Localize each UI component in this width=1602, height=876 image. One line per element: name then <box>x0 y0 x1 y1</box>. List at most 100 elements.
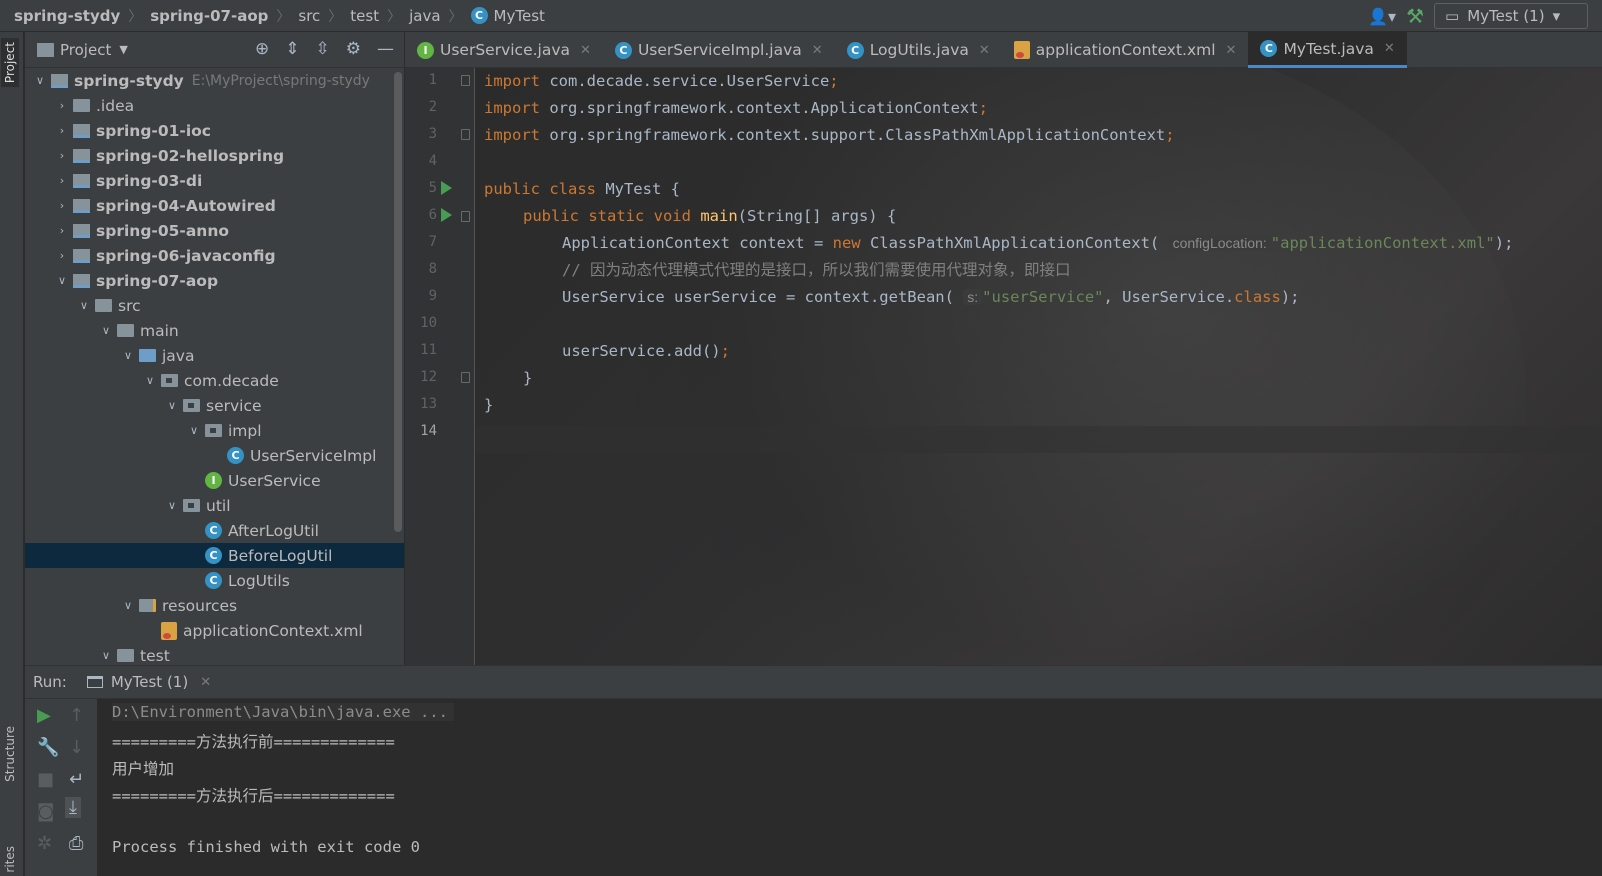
tree-label: main <box>140 321 179 340</box>
run-gutter-icon[interactable] <box>441 208 452 222</box>
tab-userservice[interactable]: I UserService.java ✕ <box>405 32 603 68</box>
chevron-down-icon[interactable]: ∨ <box>161 399 183 412</box>
tree-row-root[interactable]: ∨ spring-stydy E:\MyProject\spring-stydy <box>25 68 404 93</box>
breadcrumb-item[interactable]: test <box>350 7 379 25</box>
chevron-right-icon[interactable]: › <box>51 249 73 262</box>
tab-mytest[interactable]: C MyTest.java ✕ <box>1248 32 1407 68</box>
tree-row[interactable]: C AfterLogUtil <box>25 518 404 543</box>
tree-row[interactable]: › spring-06-javaconfig <box>25 243 404 268</box>
fold-marker-icon[interactable] <box>461 211 470 222</box>
chevron-down-icon[interactable]: ▼ <box>119 43 127 56</box>
expand-all-icon[interactable]: ⇕ <box>285 39 299 59</box>
chevron-right-icon[interactable]: › <box>51 124 73 137</box>
chevron-down-icon[interactable]: ∨ <box>161 499 183 512</box>
tree-row[interactable]: ∨ com.decade <box>25 368 404 393</box>
chevron-right-icon[interactable]: › <box>51 224 73 237</box>
tree-row[interactable]: › spring-03-di <box>25 168 404 193</box>
chevron-down-icon[interactable]: ∨ <box>95 324 117 337</box>
fold-marker-icon[interactable] <box>461 75 470 86</box>
tree-row[interactable]: applicationContext.xml <box>25 618 404 643</box>
close-icon[interactable]: ✕ <box>1226 43 1237 58</box>
tree-label: applicationContext.xml <box>183 621 363 640</box>
tree-row[interactable]: ∨ java <box>25 343 404 368</box>
settings-icon[interactable]: ✲ <box>37 833 52 854</box>
user-icon[interactable]: 👤▾ <box>1368 7 1396 26</box>
close-icon[interactable]: ✕ <box>812 43 823 58</box>
interface-icon: I <box>205 472 222 489</box>
run-tab[interactable]: MyTest (1) ✕ <box>86 673 211 691</box>
breadcrumb-item[interactable]: src <box>298 7 320 25</box>
build-hammer-icon[interactable]: ⚒ <box>1406 4 1424 28</box>
tree-row[interactable]: › spring-02-hellospring <box>25 143 404 168</box>
breadcrumb-item[interactable]: spring-stydy <box>14 7 120 25</box>
locate-icon[interactable]: ⊕ <box>255 39 269 59</box>
run-gutter-icon[interactable] <box>441 181 452 195</box>
tab-applicationcontext[interactable]: applicationContext.xml ✕ <box>1002 32 1249 68</box>
close-icon[interactable]: ✕ <box>979 43 990 58</box>
collapse-all-icon[interactable]: ⇳ <box>316 39 330 59</box>
tree-row[interactable]: ∨ service <box>25 393 404 418</box>
run-label: Run: <box>33 673 67 691</box>
chevron-down-icon[interactable]: ∨ <box>117 599 139 612</box>
chevron-down-icon[interactable]: ∨ <box>51 274 73 287</box>
minimize-icon[interactable]: — <box>377 39 394 59</box>
tree-row[interactable]: › spring-01-ioc <box>25 118 404 143</box>
tree-row[interactable]: ∨ impl <box>25 418 404 443</box>
chevron-right-icon[interactable]: › <box>51 149 73 162</box>
rerun-icon[interactable]: ▶ <box>37 705 51 726</box>
close-icon[interactable]: ✕ <box>580 43 591 58</box>
tab-logutils[interactable]: C LogUtils.java ✕ <box>835 32 1002 68</box>
tree-row[interactable]: ∨ test <box>25 643 404 665</box>
chevron-down-icon[interactable]: ∨ <box>183 424 205 437</box>
chevron-down-icon[interactable]: ∨ <box>29 74 51 87</box>
fold-marker-icon[interactable] <box>461 372 470 383</box>
close-icon[interactable]: ✕ <box>1384 41 1395 56</box>
gear-icon[interactable]: ⚙ <box>346 39 361 59</box>
favorites-tool-tab[interactable]: rites <box>1 842 19 876</box>
tree-row[interactable]: › spring-05-anno <box>25 218 404 243</box>
line-number: 1 <box>428 72 437 88</box>
tree-row[interactable]: ∨ main <box>25 318 404 343</box>
chevron-down-icon[interactable]: ∨ <box>139 374 161 387</box>
tree-row[interactable]: C LogUtils <box>25 568 404 593</box>
tree-row[interactable]: ∨ spring-07-aop <box>25 268 404 293</box>
project-tool-tab[interactable]: Project <box>1 38 19 88</box>
fold-marker-icon[interactable] <box>461 129 470 140</box>
structure-tool-tab[interactable]: Structure <box>1 722 19 786</box>
chevron-down-icon[interactable]: ∨ <box>73 299 95 312</box>
up-arrow-icon[interactable]: ↑ <box>69 705 84 726</box>
project-panel-title[interactable]: Project <box>60 41 111 59</box>
chevron-right-icon[interactable]: › <box>51 199 73 212</box>
stop-icon[interactable]: ■ <box>37 769 54 790</box>
wrench-icon[interactable]: 🔧 <box>37 737 59 758</box>
tree-row[interactable]: I UserService <box>25 468 404 493</box>
breadcrumb-item[interactable]: MyTest <box>494 7 545 25</box>
soft-wrap-icon[interactable]: ↵ <box>69 769 84 790</box>
tree-label: spring-stydy <box>74 71 184 90</box>
camera-icon[interactable]: ◙ <box>37 801 54 822</box>
console-output[interactable]: D:\Environment\Java\bin\java.exe ... ===… <box>97 699 1602 876</box>
tab-userserviceimpl[interactable]: C UserServiceImpl.java ✕ <box>603 32 835 68</box>
close-icon[interactable]: ✕ <box>200 675 211 690</box>
code-editor[interactable]: import com.decade.service.UserService; i… <box>476 68 1602 665</box>
tree-row[interactable]: C UserServiceImpl <box>25 443 404 468</box>
tree-row[interactable]: ∨ src <box>25 293 404 318</box>
breadcrumb-item[interactable]: spring-07-aop <box>150 7 268 25</box>
tree-row[interactable]: › .idea <box>25 93 404 118</box>
chevron-down-icon[interactable]: ∨ <box>117 349 139 362</box>
tree-row-selected[interactable]: C BeforeLogUtil <box>25 543 404 568</box>
project-scrollbar[interactable] <box>394 72 402 532</box>
print-icon[interactable]: ⎙ <box>69 833 83 854</box>
down-arrow-icon[interactable]: ↓ <box>69 737 84 758</box>
toolbar-right: 👤▾ ⚒ ▭ MyTest (1) ▾ <box>1368 3 1588 29</box>
tree-row[interactable]: › spring-04-Autowired <box>25 193 404 218</box>
scroll-to-end-icon[interactable]: ⤓ <box>65 797 81 818</box>
chevron-right-icon[interactable]: › <box>51 174 73 187</box>
tree-row[interactable]: ∨ util <box>25 493 404 518</box>
chevron-down-icon[interactable]: ∨ <box>95 649 117 662</box>
breadcrumb-item[interactable]: java <box>409 7 440 25</box>
chevron-right-icon[interactable]: › <box>51 99 73 112</box>
tree-label: AfterLogUtil <box>228 521 319 540</box>
tree-row[interactable]: ∨ resources <box>25 593 404 618</box>
run-configuration-dropdown[interactable]: ▭ MyTest (1) ▾ <box>1434 3 1588 29</box>
